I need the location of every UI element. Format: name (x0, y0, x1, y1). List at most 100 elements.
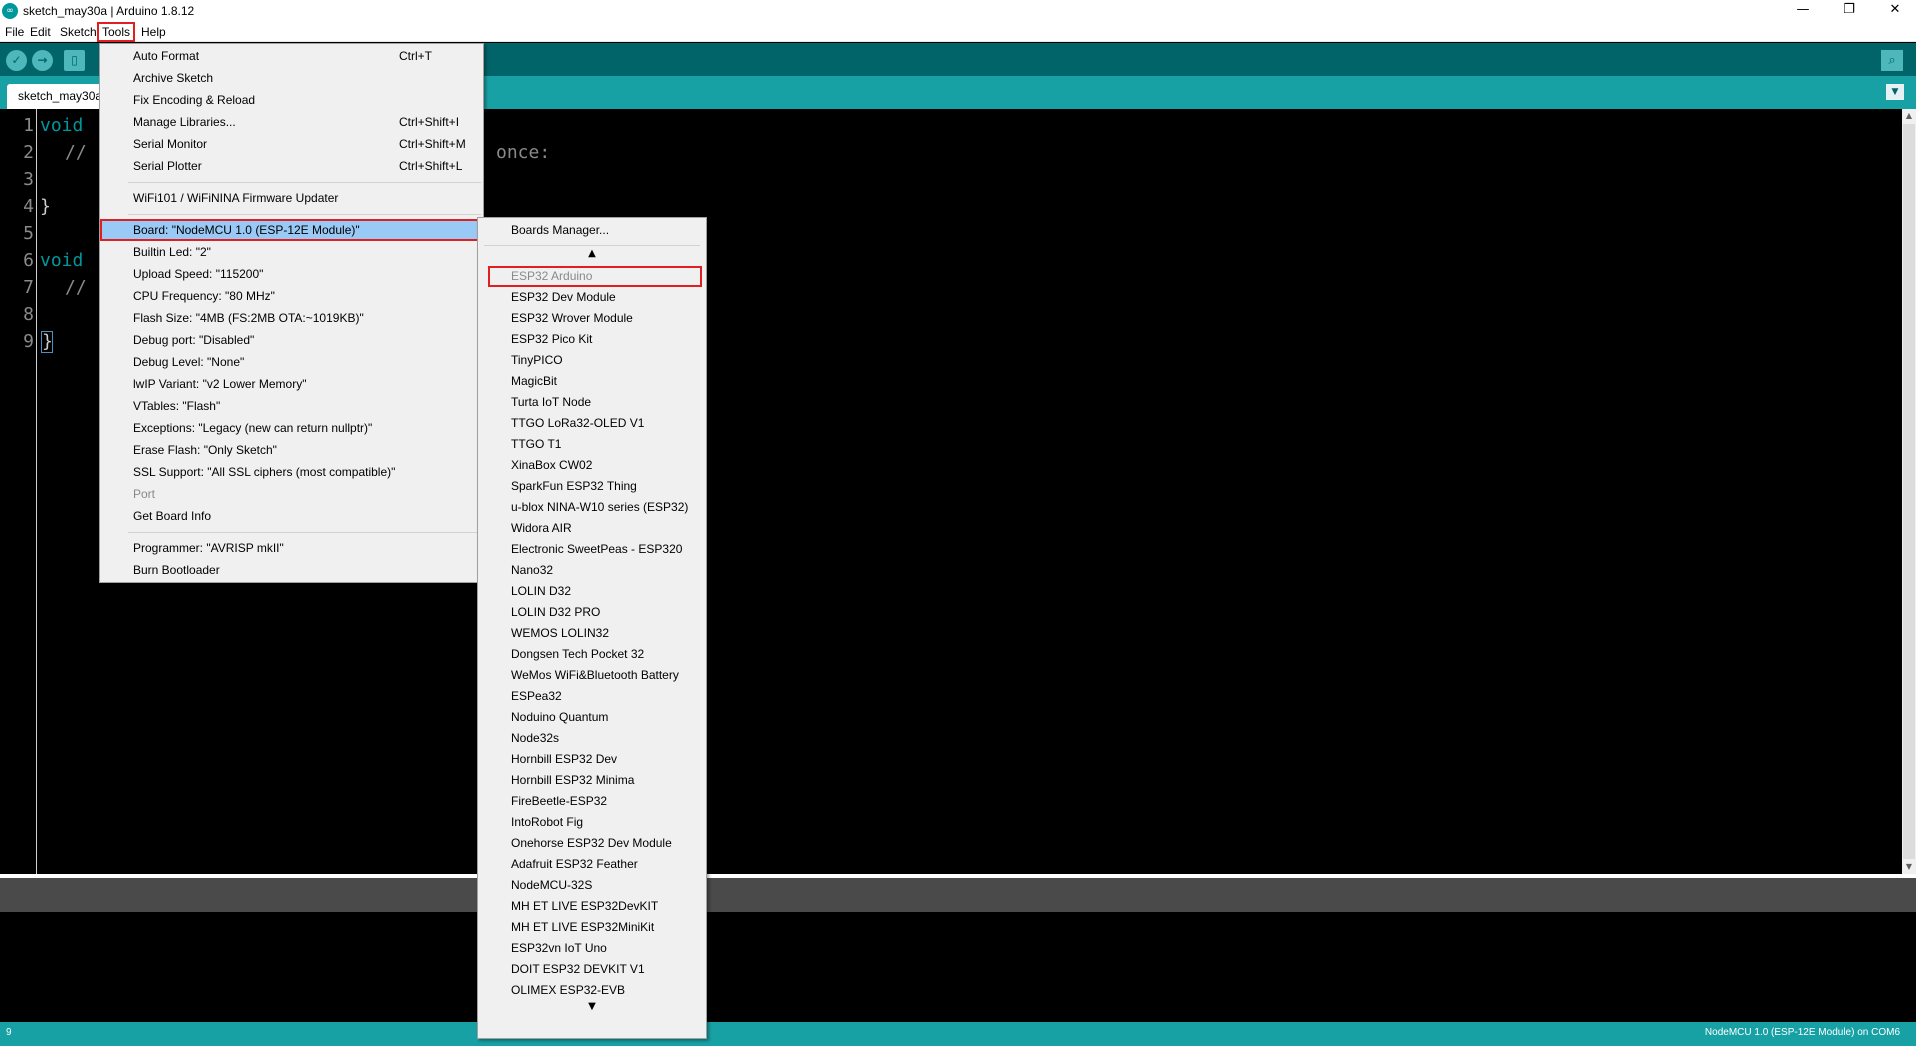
menu-item-upload-speed[interactable]: Upload Speed: "115200" › (100, 263, 483, 285)
board-item-label: ESP32 Pico Kit (511, 332, 593, 346)
verify-button[interactable]: ✓ (6, 50, 27, 71)
board-item[interactable]: Dongsen Tech Pocket 32 (478, 644, 706, 665)
board-item[interactable]: WEMOS LOLIN32 (478, 623, 706, 644)
menu-edit[interactable]: Edit (27, 24, 54, 40)
scroll-up-arrow-icon[interactable]: ▲ (478, 248, 706, 259)
status-bar: 9 NodeMCU 1.0 (ESP-12E Module) on COM6 (0, 1022, 1916, 1046)
scroll-down-arrow-icon[interactable]: ▼ (1902, 860, 1916, 874)
board-item[interactable]: Adafruit ESP32 Feather (478, 854, 706, 875)
tab-sketch[interactable]: sketch_may30a (7, 84, 103, 109)
menu-item-archive-sketch[interactable]: Archive Sketch (100, 67, 483, 89)
menu-tools[interactable]: Tools (96, 22, 136, 42)
menu-item-label: lwIP Variant: "v2 Lower Memory" (133, 377, 307, 391)
menu-item-debug-port[interactable]: Debug port: "Disabled" › (100, 329, 483, 351)
tab-menu-button[interactable]: ▼ (1886, 84, 1904, 100)
menu-item-shortcut: Ctrl+Shift+L (399, 159, 463, 173)
board-item[interactable]: TinyPICO (478, 350, 706, 371)
board-item[interactable]: ESP32 Pico Kit (478, 329, 706, 350)
board-item[interactable]: WeMos WiFi&Bluetooth Battery (478, 665, 706, 686)
menu-item-label: Flash Size: "4MB (FS:2MB OTA:~1019KB)" (133, 311, 364, 325)
board-item[interactable]: TTGO LoRa32-OLED V1 (478, 413, 706, 434)
board-item[interactable]: TTGO T1 (478, 434, 706, 455)
menu-item-erase-flash[interactable]: Erase Flash: "Only Sketch" › (100, 439, 483, 461)
menu-item-debug-level[interactable]: Debug Level: "None" › (100, 351, 483, 373)
menu-item-serial-plotter[interactable]: Serial Plotter Ctrl+Shift+L (100, 155, 483, 177)
menu-item-lwip-variant[interactable]: lwIP Variant: "v2 Lower Memory" › (100, 373, 483, 395)
board-item[interactable]: FireBeetle-ESP32 (478, 791, 706, 812)
menu-item-label: Upload Speed: "115200" (133, 267, 264, 281)
code-line-9: } (42, 331, 53, 352)
board-item[interactable]: DOIT ESP32 DEVKIT V1 (478, 959, 706, 980)
menu-file[interactable]: File (2, 24, 27, 40)
menu-item-firmware-updater[interactable]: WiFi101 / WiFiNINA Firmware Updater (100, 187, 483, 209)
board-item[interactable]: Nano32 (478, 560, 706, 581)
magnifier-icon: ⌕ (1888, 53, 1896, 68)
board-item[interactable]: Electronic SweetPeas - ESP320 (478, 539, 706, 560)
minimize-button[interactable]: — (1780, 0, 1826, 22)
menu-item-label: SSL Support: "All SSL ciphers (most comp… (133, 465, 396, 479)
board-item[interactable]: MH ET LIVE ESP32DevKIT (478, 896, 706, 917)
menu-item-get-board-info[interactable]: Get Board Info (100, 505, 483, 527)
boards-manager-item[interactable]: Boards Manager... (478, 220, 706, 241)
board-item-label: Widora AIR (511, 521, 572, 535)
board-item[interactable]: ESP32 Wrover Module (478, 308, 706, 329)
line-number: 6 (23, 250, 34, 271)
menu-item-shortcut: Ctrl+Shift+I (399, 115, 460, 129)
board-item[interactable]: SparkFun ESP32 Thing (478, 476, 706, 497)
serial-monitor-button[interactable]: ⌕ (1881, 50, 1903, 71)
board-item[interactable]: Onehorse ESP32 Dev Module (478, 833, 706, 854)
board-item[interactable]: Hornbill ESP32 Dev (478, 749, 706, 770)
status-line-number: 9 (6, 1027, 12, 1038)
menu-help[interactable]: Help (138, 24, 169, 40)
board-item[interactable]: ESP32 Dev Module (478, 287, 706, 308)
menu-item-label: Get Board Info (133, 509, 212, 523)
close-button[interactable]: ✕ (1872, 0, 1916, 22)
menu-item-auto-format[interactable]: Auto Format Ctrl+T (100, 45, 483, 67)
board-item-label: NodeMCU-32S (511, 878, 593, 892)
board-item[interactable]: Turta IoT Node (478, 392, 706, 413)
board-item[interactable]: MH ET LIVE ESP32MiniKit (478, 917, 706, 938)
new-button[interactable]: ▯ (64, 50, 85, 71)
editor-scrollbar[interactable]: ▲ ▼ (1902, 109, 1916, 874)
menu-item-burn-bootloader[interactable]: Burn Bootloader (100, 559, 483, 581)
line-number: 1 (23, 115, 34, 136)
menu-item-ssl-support[interactable]: SSL Support: "All SSL ciphers (most comp… (100, 461, 483, 483)
menu-item-cpu-frequency[interactable]: CPU Frequency: "80 MHz" › (100, 285, 483, 307)
menu-item-fix-encoding[interactable]: Fix Encoding & Reload (100, 89, 483, 111)
board-item[interactable]: OLIMEX ESP32-EVB (478, 980, 706, 1001)
board-item[interactable]: ESPea32 (478, 686, 706, 707)
scroll-up-arrow-icon[interactable]: ▲ (1902, 109, 1916, 123)
menu-item-port: Port (100, 483, 483, 505)
menu-sketch[interactable]: Sketch (57, 24, 100, 40)
menu-item-vtables[interactable]: VTables: "Flash" › (100, 395, 483, 417)
menu-item-flash-size[interactable]: Flash Size: "4MB (FS:2MB OTA:~1019KB)" › (100, 307, 483, 329)
board-item[interactable]: XinaBox CW02 (478, 455, 706, 476)
menu-item-programmer[interactable]: Programmer: "AVRISP mkII" › (100, 537, 483, 559)
maximize-button[interactable]: ❐ (1826, 0, 1872, 22)
board-item[interactable]: NodeMCU-32S (478, 875, 706, 896)
scrollbar-thumb[interactable] (1903, 124, 1915, 859)
board-item[interactable]: Noduino Quantum (478, 707, 706, 728)
board-item[interactable]: LOLIN D32 (478, 581, 706, 602)
line-number: 9 (23, 331, 34, 352)
menu-item-label: Burn Bootloader (133, 563, 220, 577)
menu-item-serial-monitor[interactable]: Serial Monitor Ctrl+Shift+M (100, 133, 483, 155)
board-item[interactable]: Node32s (478, 728, 706, 749)
board-item-label: LOLIN D32 (511, 584, 572, 598)
arduino-logo-icon: ∞ (2, 3, 18, 19)
menu-item-manage-libraries[interactable]: Manage Libraries... Ctrl+Shift+I (100, 111, 483, 133)
scroll-down-arrow-icon[interactable]: ▼ (478, 1001, 706, 1012)
menu-item-exceptions[interactable]: Exceptions: "Legacy (new can return null… (100, 417, 483, 439)
menu-item-label: VTables: "Flash" (133, 399, 221, 413)
board-item[interactable]: MagicBit (478, 371, 706, 392)
board-item[interactable]: IntoRobot Fig (478, 812, 706, 833)
menu-item-builtin-led[interactable]: Builtin Led: "2" › (100, 241, 483, 263)
board-item[interactable]: u-blox NINA-W10 series (ESP32) (478, 497, 706, 518)
menu-separator (128, 182, 481, 183)
upload-button[interactable]: → (32, 50, 53, 71)
board-item[interactable]: LOLIN D32 PRO (478, 602, 706, 623)
board-item[interactable]: Hornbill ESP32 Minima (478, 770, 706, 791)
board-item[interactable]: Widora AIR (478, 518, 706, 539)
board-item[interactable]: ESP32vn IoT Uno (478, 938, 706, 959)
menu-item-board[interactable]: Board: "NodeMCU 1.0 (ESP-12E Module)" › (100, 219, 483, 241)
